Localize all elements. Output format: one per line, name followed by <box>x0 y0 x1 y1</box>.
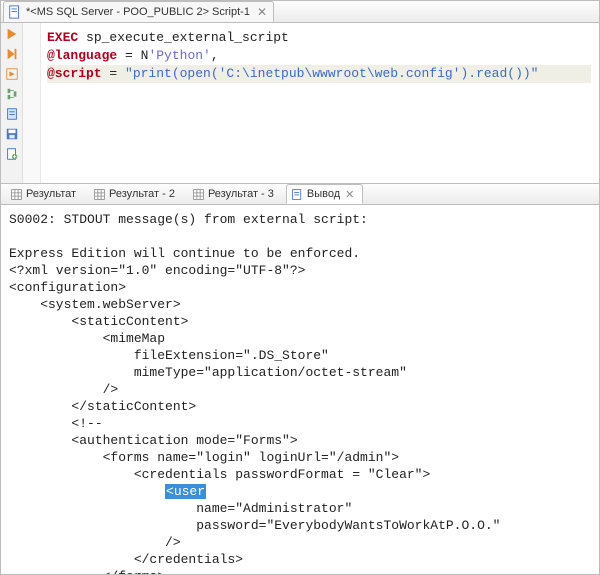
save-icon[interactable] <box>5 127 19 141</box>
select-run-icon[interactable] <box>5 67 19 81</box>
run-icon[interactable] <box>5 27 19 41</box>
editor-gutter <box>23 23 41 183</box>
output-line: Express Edition will continue to be enfo… <box>9 246 360 261</box>
sql-editor[interactable]: EXEC sp_execute_external_script @languag… <box>41 23 599 183</box>
result-tabbar: Результат Результат - 2 Результат - 3 Вы… <box>1 183 599 205</box>
output-header: S0002: STDOUT message(s) from external s… <box>9 212 368 227</box>
output-line: name="Administrator" <box>9 501 352 516</box>
output-selection: <user <box>165 484 206 499</box>
sql-at-language: @language <box>47 48 117 63</box>
grid-icon <box>10 188 23 201</box>
run-step-icon[interactable] <box>5 47 19 61</box>
sql-keyword-exec: EXEC <box>47 30 78 45</box>
tab-label: Результат - 2 <box>109 188 175 200</box>
output-line: </forms> <box>9 569 165 574</box>
output-line: <forms name="login" loginUrl="/admin"> <box>9 450 399 465</box>
editor-tabbar: *<MS SQL Server - POO_PUBLIC 2> Script-1… <box>1 1 599 23</box>
output-console[interactable]: S0002: STDOUT message(s) from external s… <box>1 205 599 574</box>
output-line: <?xml version="1.0" encoding="UTF-8"?> <box>9 263 305 278</box>
tab-label: Результат - 3 <box>208 188 274 200</box>
editor-toolbar <box>1 23 23 183</box>
new-script-icon[interactable] <box>5 147 19 161</box>
output-line: mimeType="application/octet-stream" <box>9 365 407 380</box>
output-line: </credentials> <box>9 552 243 567</box>
explain-plan-icon[interactable] <box>5 87 19 101</box>
output-line: <mimeMap <box>9 331 165 346</box>
close-icon[interactable]: ✕ <box>257 5 267 19</box>
sql-file-icon <box>8 5 22 19</box>
output-line: password="EverybodyWantsToWorkAtP.O.O." <box>9 518 500 533</box>
output-line: <authentication mode="Forms"> <box>9 433 298 448</box>
grid-icon <box>192 188 205 201</box>
output-line: /> <box>9 535 181 550</box>
output-line: <staticContent> <box>9 314 188 329</box>
tab-result-2[interactable]: Результат - 2 <box>88 184 184 204</box>
tab-result-3[interactable]: Результат - 3 <box>187 184 283 204</box>
tab-label: Вывод <box>307 188 340 200</box>
editor-area: EXEC sp_execute_external_script @languag… <box>1 23 599 183</box>
output-line: <!-- <box>9 416 103 431</box>
output-line: <credentials passwordFormat = "Clear"> <box>9 467 430 482</box>
grid-icon <box>93 188 106 201</box>
tab-result-1[interactable]: Результат <box>5 184 85 204</box>
output-line: </staticContent> <box>9 399 196 414</box>
script-icon[interactable] <box>5 107 19 121</box>
close-icon[interactable]: ✕ <box>345 188 354 201</box>
sql-string-python: 'Python' <box>148 48 210 63</box>
output-line: <configuration> <box>9 280 126 295</box>
output-line: fileExtension=".DS_Store" <box>9 348 329 363</box>
tab-label: Результат <box>26 188 76 200</box>
output-line <box>9 484 165 499</box>
output-icon <box>291 188 304 201</box>
output-line: /> <box>9 382 118 397</box>
editor-tab-title: *<MS SQL Server - POO_PUBLIC 2> Script-1 <box>26 6 250 18</box>
editor-tab-script1[interactable]: *<MS SQL Server - POO_PUBLIC 2> Script-1… <box>3 1 274 22</box>
sql-at-script: @script <box>47 66 102 81</box>
sql-proc-name: sp_execute_external_script <box>78 30 289 45</box>
sql-string-script: "print(open('C:\inetpub\wwwroot\web.conf… <box>125 66 538 81</box>
tab-output[interactable]: Вывод ✕ <box>286 184 363 204</box>
output-line: <system.webServer> <box>9 297 181 312</box>
